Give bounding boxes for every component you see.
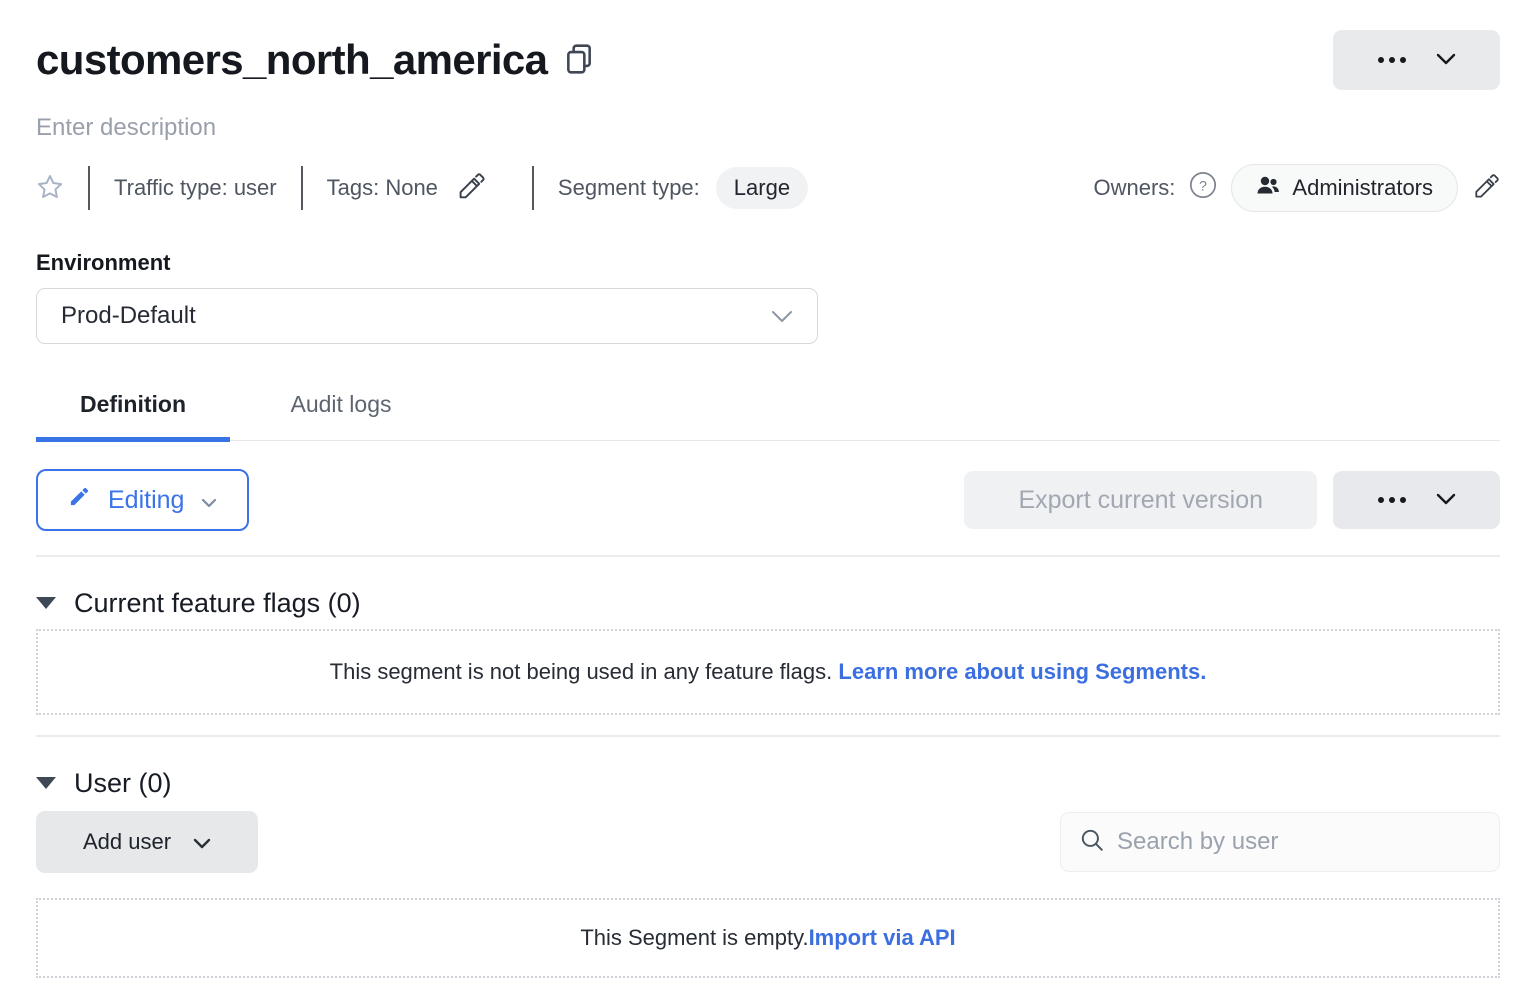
user-toolbar: Add user bbox=[36, 811, 1500, 873]
people-icon bbox=[1256, 174, 1280, 202]
help-question-icon[interactable]: ? bbox=[1189, 171, 1217, 205]
ellipsis-icon bbox=[1378, 57, 1406, 63]
tags-label: Tags: None bbox=[327, 175, 438, 201]
favorite-star-button[interactable] bbox=[36, 173, 64, 204]
owners-value-pill[interactable]: Administrators bbox=[1231, 164, 1458, 212]
chevron-down-icon bbox=[1436, 493, 1456, 508]
page-overflow-menu-button[interactable] bbox=[1333, 30, 1500, 90]
add-user-button[interactable]: Add user bbox=[36, 811, 258, 873]
editing-label: Editing bbox=[108, 486, 184, 515]
meta-divider bbox=[88, 166, 90, 210]
chevron-down-icon bbox=[771, 302, 793, 330]
owners-label: Owners: bbox=[1093, 175, 1175, 201]
page-title: customers_north_america bbox=[36, 36, 547, 84]
ellipsis-icon bbox=[1378, 497, 1406, 503]
svg-text:?: ? bbox=[1200, 177, 1208, 193]
editing-mode-button[interactable]: Editing bbox=[36, 469, 249, 531]
edit-tags-button[interactable] bbox=[456, 172, 486, 205]
title-row: customers_north_america bbox=[36, 30, 1500, 90]
copy-icon bbox=[565, 43, 593, 78]
definition-overflow-menu-button[interactable] bbox=[1333, 471, 1500, 529]
import-via-api-link[interactable]: Import via API bbox=[809, 925, 956, 950]
export-current-version-button[interactable]: Export current version bbox=[964, 471, 1317, 529]
environment-section: Environment Prod-Default bbox=[36, 250, 1500, 344]
meta-divider bbox=[301, 166, 303, 210]
chevron-down-icon bbox=[1436, 53, 1456, 68]
segment-type-label: Segment type: bbox=[558, 175, 700, 201]
environment-select[interactable]: Prod-Default bbox=[36, 288, 818, 344]
traffic-type-label: Traffic type: user bbox=[114, 175, 277, 201]
meta-row: Traffic type: user Tags: None Segment ty… bbox=[36, 166, 1500, 210]
pencil-icon bbox=[456, 172, 486, 205]
owners-value: Administrators bbox=[1292, 175, 1433, 201]
user-empty-box: This Segment is empty.Import via API bbox=[36, 898, 1500, 978]
pencil-icon bbox=[1472, 173, 1500, 204]
tab-bar: Definition Audit logs bbox=[36, 390, 1500, 441]
learn-more-segments-link[interactable]: Learn more about using Segments. bbox=[838, 659, 1206, 684]
section-divider bbox=[36, 555, 1500, 557]
meta-divider bbox=[532, 166, 534, 210]
tab-audit-logs[interactable]: Audit logs bbox=[238, 390, 444, 440]
owners-group: Owners: ? Administrators bbox=[1093, 164, 1500, 212]
definition-toolbar: Editing Export current version bbox=[36, 469, 1500, 531]
copy-name-button[interactable] bbox=[565, 43, 593, 78]
description-field[interactable]: Enter description bbox=[36, 114, 1500, 142]
search-by-user-input[interactable] bbox=[1117, 828, 1481, 856]
feature-flags-empty-box: This segment is not being used in any fe… bbox=[36, 629, 1500, 715]
pencil-icon bbox=[68, 485, 91, 515]
search-icon bbox=[1079, 827, 1105, 858]
section-divider bbox=[36, 735, 1500, 737]
segment-detail-page: customers_north_america Enter descriptio… bbox=[0, 0, 1536, 1002]
edit-owners-button[interactable] bbox=[1472, 173, 1500, 204]
segment-type-badge: Large bbox=[716, 167, 808, 209]
environment-selected-value: Prod-Default bbox=[61, 302, 196, 330]
feature-flags-empty-text: This segment is not being used in any fe… bbox=[330, 659, 839, 684]
user-empty-text: This Segment is empty. bbox=[580, 925, 808, 950]
add-user-label: Add user bbox=[83, 829, 171, 855]
collapse-triangle-icon bbox=[36, 777, 56, 789]
chevron-down-icon bbox=[193, 829, 211, 855]
feature-flags-section-header[interactable]: Current feature flags (0) bbox=[36, 587, 1500, 619]
user-section-header[interactable]: User (0) bbox=[36, 767, 1500, 799]
star-icon bbox=[36, 173, 64, 204]
tab-definition[interactable]: Definition bbox=[36, 390, 230, 440]
user-section-title: User (0) bbox=[74, 767, 172, 799]
feature-flags-title: Current feature flags (0) bbox=[74, 587, 361, 619]
user-search-box bbox=[1060, 812, 1500, 872]
chevron-down-icon bbox=[201, 486, 217, 515]
environment-label: Environment bbox=[36, 250, 1500, 276]
collapse-triangle-icon bbox=[36, 597, 56, 609]
